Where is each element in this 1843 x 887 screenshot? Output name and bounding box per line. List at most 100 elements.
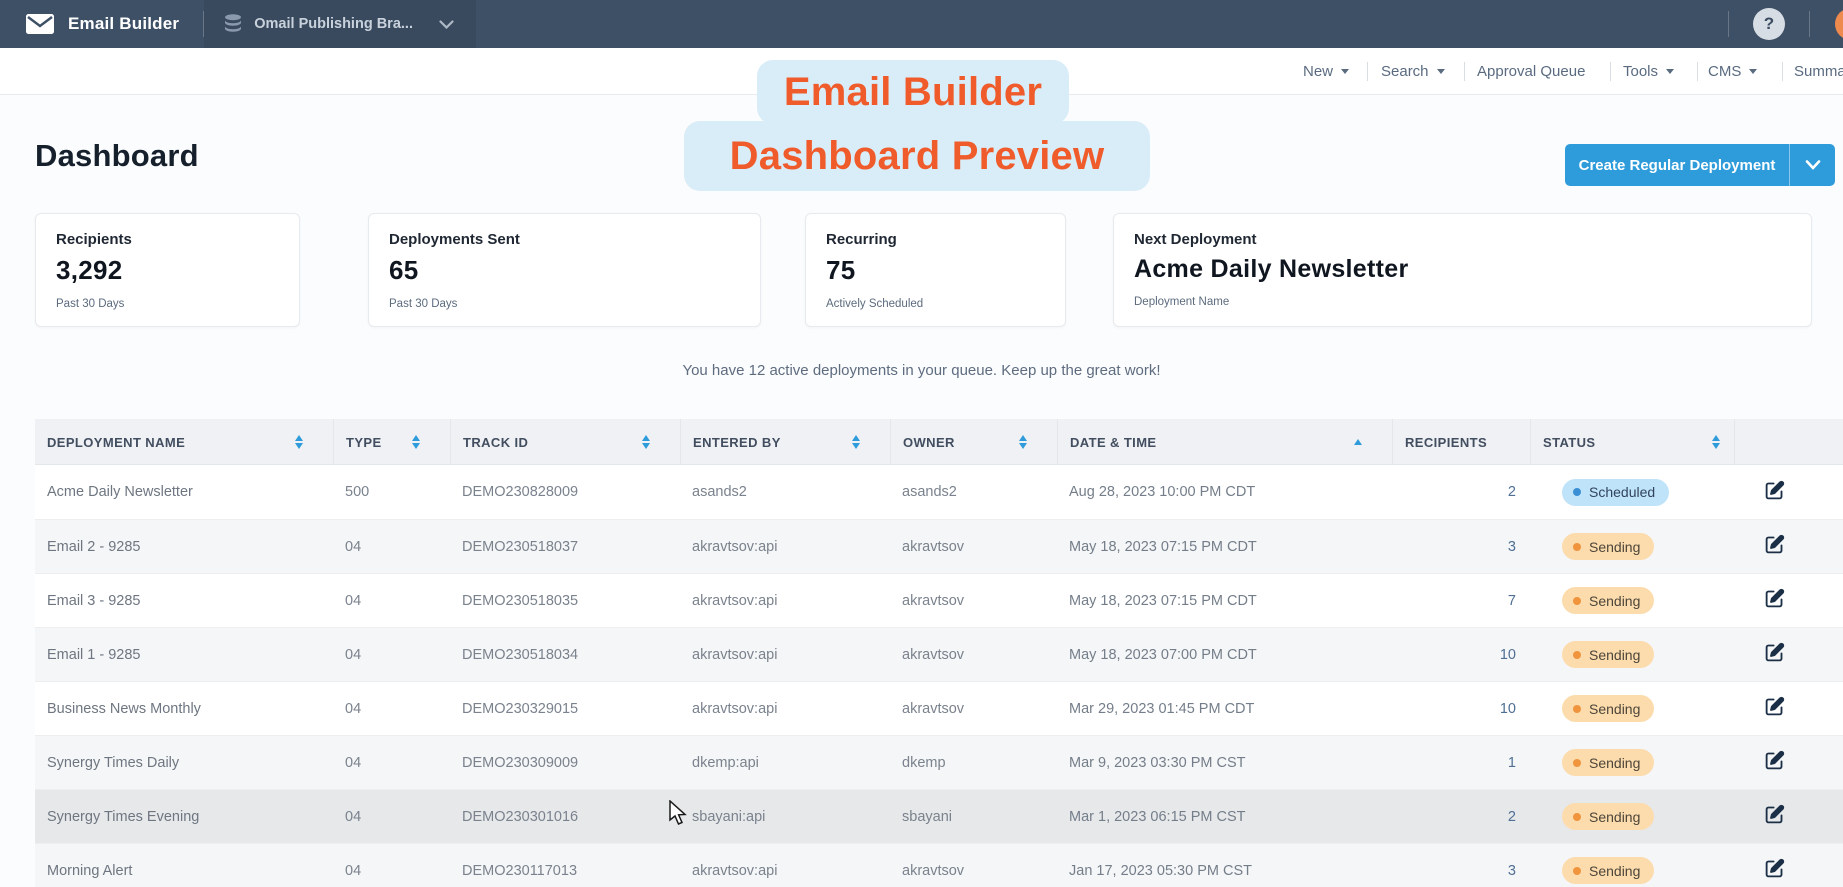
- edit-deployment-button[interactable]: [1764, 534, 1785, 555]
- create-button-dropdown[interactable]: [1789, 144, 1835, 186]
- cell-entered-by: akravtsov:api: [680, 647, 890, 663]
- stat-caption: Actively Scheduled: [826, 298, 1045, 310]
- stat-value: 3,292: [56, 255, 279, 286]
- sort-asc-icon[interactable]: [1354, 439, 1362, 445]
- create-button-label: Create Regular Deployment: [1565, 157, 1789, 174]
- sort-both-icon[interactable]: [1712, 435, 1720, 449]
- nav-item-summary[interactable]: Summary: [1794, 48, 1843, 95]
- page-title: Dashboard: [35, 138, 199, 174]
- overlay-title-line1: Email Builder: [757, 60, 1069, 124]
- column-header-status[interactable]: Status: [1530, 419, 1734, 465]
- chevron-down-icon: [1666, 69, 1674, 74]
- sort-both-icon[interactable]: [295, 435, 303, 449]
- nav-item-search[interactable]: Search: [1381, 48, 1445, 95]
- column-header-date-time[interactable]: Date & Time: [1057, 419, 1392, 465]
- nav-item-approval-queue[interactable]: Approval Queue: [1477, 48, 1585, 95]
- nav-separator: [1367, 62, 1368, 81]
- nav-item-tools[interactable]: Tools: [1623, 48, 1674, 95]
- edit-pencil-icon: [1764, 750, 1785, 771]
- table-row[interactable]: Synergy Times Daily 04 DEMO230309009 dke…: [35, 735, 1843, 789]
- table-row[interactable]: Email 2 - 9285 04 DEMO230518037 akravtso…: [35, 519, 1843, 573]
- cell-track-id: DEMO230518035: [450, 593, 680, 609]
- cell-entered-by: akravtsov:api: [680, 863, 890, 879]
- stat-value: 75: [826, 255, 1045, 286]
- table-row[interactable]: Email 1 - 9285 04 DEMO230518034 akravtso…: [35, 627, 1843, 681]
- stat-label: Next Deployment: [1134, 231, 1791, 248]
- status-badge: Sending: [1562, 641, 1654, 668]
- table-row[interactable]: Synergy Times Evening 04 DEMO230301016 s…: [35, 789, 1843, 843]
- status-label: Sending: [1589, 863, 1640, 879]
- table-row[interactable]: Business News Monthly 04 DEMO230329015 a…: [35, 681, 1843, 735]
- cell-owner: akravtsov: [890, 539, 1057, 555]
- table-row[interactable]: Morning Alert 04 DEMO230117013 akravtsov…: [35, 843, 1843, 887]
- cell-recipients: 2: [1392, 809, 1530, 825]
- cell-entered-by: akravtsov:api: [680, 701, 890, 717]
- edit-deployment-button[interactable]: [1764, 804, 1785, 825]
- cell-type: 04: [333, 809, 450, 825]
- cell-date-time: Mar 29, 2023 01:45 PM CDT: [1057, 701, 1392, 717]
- nav-item-label: Approval Queue: [1477, 63, 1585, 80]
- chevron-down-icon: [1749, 69, 1757, 74]
- edit-deployment-button[interactable]: [1764, 642, 1785, 663]
- cell-entered-by: akravtsov:api: [680, 539, 890, 555]
- sort-both-icon[interactable]: [412, 435, 420, 449]
- cell-track-id: DEMO230309009: [450, 755, 680, 771]
- edit-deployment-button[interactable]: [1764, 750, 1785, 771]
- cell-track-id: DEMO230301016: [450, 809, 680, 825]
- column-header-entered-by[interactable]: Entered By: [680, 419, 890, 465]
- nav-item-new[interactable]: New: [1303, 48, 1349, 95]
- status-badge: Sending: [1562, 533, 1654, 560]
- column-header-actions: [1734, 419, 1843, 465]
- nav-item-cms[interactable]: CMS: [1708, 48, 1757, 95]
- status-badge: Sending: [1562, 587, 1654, 614]
- cell-deployment-name: Business News Monthly: [35, 701, 333, 717]
- stat-card-next-deployment: Next Deployment Acme Daily Newsletter De…: [1113, 213, 1812, 327]
- column-header-label: Track ID: [463, 435, 528, 450]
- cell-owner: akravtsov: [890, 701, 1057, 717]
- column-header-deployment-name[interactable]: Deployment Name: [35, 419, 333, 465]
- status-label: Sending: [1589, 647, 1640, 663]
- cell-date-time: Mar 9, 2023 03:30 PM CST: [1057, 755, 1392, 771]
- user-avatar[interactable]: [1835, 8, 1843, 40]
- stat-caption: Deployment Name: [1134, 296, 1791, 308]
- column-header-track-id[interactable]: Track ID: [450, 419, 680, 465]
- table-row[interactable]: Acme Daily Newsletter 500 DEMO230828009 …: [35, 465, 1843, 519]
- cell-recipients: 3: [1392, 539, 1530, 555]
- table-row[interactable]: Email 3 - 9285 04 DEMO230518035 akravtso…: [35, 573, 1843, 627]
- create-regular-deployment-button[interactable]: Create Regular Deployment: [1565, 144, 1835, 186]
- stat-label: Recurring: [826, 231, 1045, 248]
- sort-both-icon[interactable]: [642, 435, 650, 449]
- sort-both-icon[interactable]: [1019, 435, 1027, 449]
- cell-recipients: 10: [1392, 701, 1530, 717]
- edit-deployment-button[interactable]: [1764, 858, 1785, 879]
- cell-track-id: DEMO230329015: [450, 701, 680, 717]
- envelope-icon: [26, 14, 54, 34]
- column-header-recipients[interactable]: Recipients: [1392, 419, 1530, 465]
- cell-date-time: Jan 17, 2023 05:30 PM CST: [1057, 863, 1392, 879]
- status-badge: Sending: [1562, 749, 1654, 776]
- column-header-label: Entered By: [693, 435, 781, 450]
- cell-track-id: DEMO230518037: [450, 539, 680, 555]
- chevron-down-icon: [439, 20, 454, 29]
- column-header-label: Type: [346, 435, 382, 450]
- workspace-name: Omail Publishing Bra...: [254, 16, 413, 32]
- cell-date-time: May 18, 2023 07:00 PM CDT: [1057, 647, 1392, 663]
- cell-type: 500: [333, 484, 450, 500]
- help-button[interactable]: ?: [1753, 8, 1785, 40]
- nav-separator: [1782, 62, 1783, 81]
- edit-pencil-icon: [1764, 534, 1785, 555]
- cell-type: 04: [333, 593, 450, 609]
- column-header-type[interactable]: Type: [333, 419, 450, 465]
- edit-deployment-button[interactable]: [1764, 480, 1785, 501]
- cell-deployment-name: Email 1 - 9285: [35, 647, 333, 663]
- workspace-selector[interactable]: Omail Publishing Bra...: [204, 0, 476, 48]
- topbar-divider: [1809, 11, 1810, 37]
- column-header-owner[interactable]: Owner: [890, 419, 1057, 465]
- status-dot-icon: [1573, 488, 1581, 496]
- cell-type: 04: [333, 863, 450, 879]
- edit-deployment-button[interactable]: [1764, 588, 1785, 609]
- edit-deployment-button[interactable]: [1764, 696, 1785, 717]
- sort-both-icon[interactable]: [852, 435, 860, 449]
- cell-track-id: DEMO230828009: [450, 484, 680, 500]
- status-dot-icon: [1573, 813, 1581, 821]
